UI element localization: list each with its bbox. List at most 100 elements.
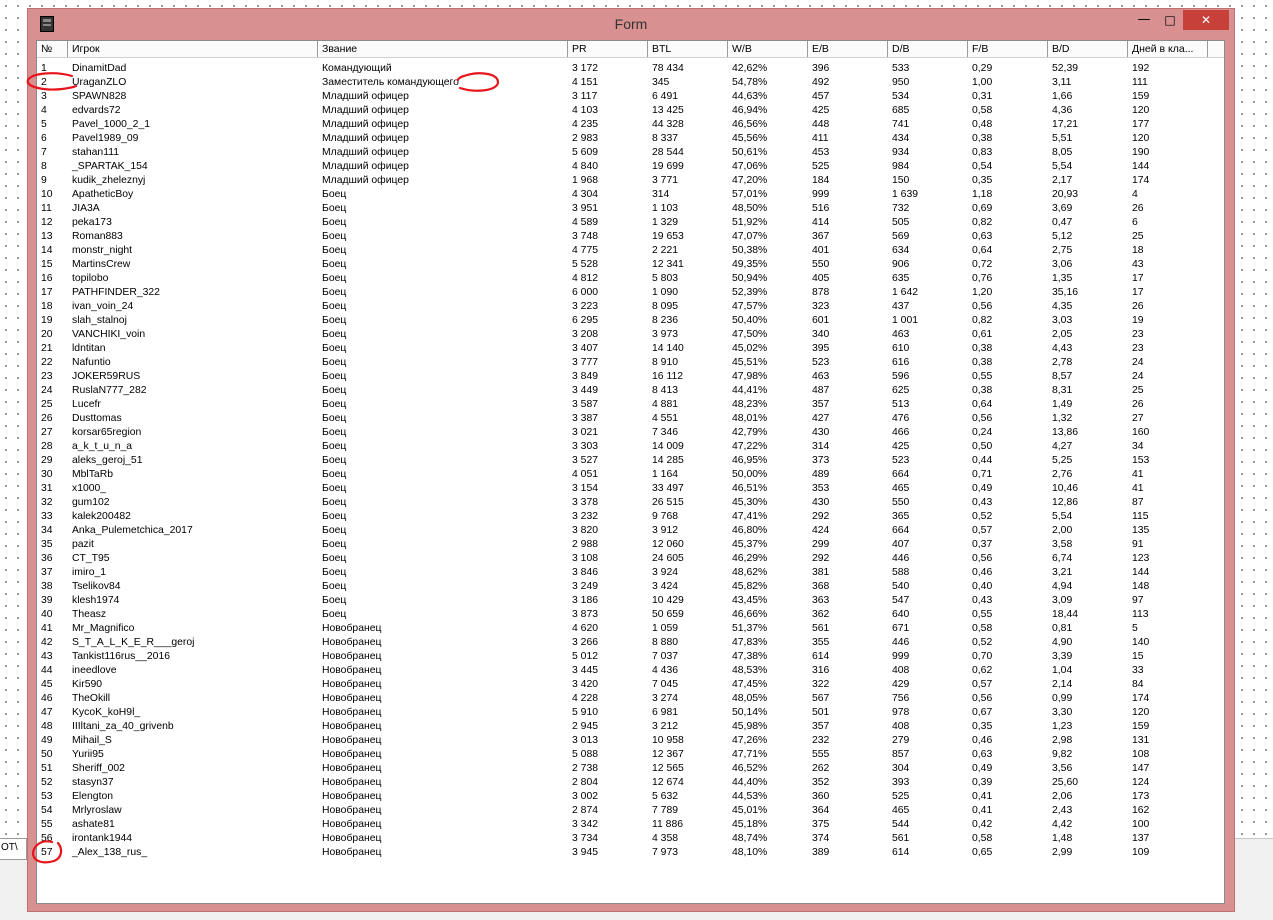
table-row[interactable]: 50 Yurii95 Новобранец 5 088 12 367 47,71% 555 8… (37, 748, 1224, 762)
column-header-btl[interactable]: BTL (648, 41, 728, 57)
table-row[interactable]: 39 klesh1974 Боец 3 186 10 429 43,45% 363 547 0,… (37, 594, 1224, 608)
cell-days-in-clan: 6 (1132, 217, 1138, 228)
table-row[interactable]: 32 gum102 Боец 3 378 26 515 45,30% 430 550 0,43 1… (37, 496, 1224, 510)
table-row[interactable]: 48 IIIltani_za_40_grivenb Новобранец 2 945 3… (37, 720, 1224, 734)
column-header-bd[interactable]: B/D (1048, 41, 1128, 57)
cell-player: TheOkill (72, 693, 111, 704)
table-row[interactable]: 23 JOKER59RUS Боец 3 849 16 112 47,98% 463 596 0… (37, 370, 1224, 384)
cell-wb: 47,22% (732, 441, 768, 452)
column-header-wb[interactable]: W/B (728, 41, 808, 57)
table-row[interactable]: 11 JIA3A Боец 3 951 1 103 48,50% 516 732 0,69 3,6… (37, 202, 1224, 216)
cell-btl: 16 112 (652, 371, 684, 382)
table-row[interactable]: 8 _SPARTAK_154 Младший офицер 4 840 19 699 47… (37, 160, 1224, 174)
cell-fb: 0,54 (972, 161, 993, 172)
column-header-eb[interactable]: E/B (808, 41, 888, 57)
table-row[interactable]: 40 Theasz Боец 3 873 50 659 46,66% 362 640 0,55 1… (37, 608, 1224, 622)
table-row[interactable]: 6 Pavel1989_09 Младший офицер 2 983 8 337 45,… (37, 132, 1224, 146)
table-row[interactable]: 19 slah_stalnoj Боец 6 295 8 236 50,40% 601 1 0… (37, 314, 1224, 328)
minimize-button[interactable]: — (1131, 10, 1157, 30)
table-row[interactable]: 17 PATHFINDER_322 Боец 6 000 1 090 52,39% 878 1… (37, 286, 1224, 300)
table-row[interactable]: 46 TheOkill Новобранец 4 228 3 274 48,05% 567 7… (37, 692, 1224, 706)
table-row[interactable]: 42 S_T_A_L_K_E_R___geroj Новобранец 3 266 8 … (37, 636, 1224, 650)
column-header-fb[interactable]: F/B (968, 41, 1048, 57)
table-row[interactable]: 47 KycoK_koH9l_ Новобранец 5 910 6 981 50,14%… (37, 706, 1224, 720)
table-row[interactable]: 1 DinamitDad Командующий 3 172 78 434 42,62% 3… (37, 62, 1224, 76)
column-header-rank[interactable]: Звание (318, 41, 568, 57)
table-row[interactable]: 53 Elengton Новобранец 3 002 5 632 44,53% 360 5… (37, 790, 1224, 804)
table-row[interactable]: 57 _Alex_138_rus_ Новобранец 3 945 7 973 48,1… (37, 846, 1224, 860)
cell-btl: 78 434 (652, 63, 684, 74)
background-tab[interactable]: OT\ (0, 838, 27, 860)
close-button[interactable]: ✕ (1183, 10, 1229, 30)
table-row[interactable]: 45 Kir590 Новобранец 3 420 7 045 47,45% 322 429… (37, 678, 1224, 692)
table-row[interactable]: 33 kalek200482 Боец 3 232 9 768 47,41% 292 365 0… (37, 510, 1224, 524)
table-row[interactable]: 12 peka173 Боец 4 589 1 329 51,92% 414 505 0,82 0… (37, 216, 1224, 230)
cell-eb: 364 (812, 805, 830, 816)
table-row[interactable]: 3 SPAWN828 Младший офицер 3 117 6 491 44,63% 4… (37, 90, 1224, 104)
cell-player: klesh1974 (72, 595, 120, 606)
cell-player: aleks_geroj_51 (72, 455, 143, 466)
cell-pr: 2 874 (572, 805, 599, 816)
cell-wb: 42,62% (732, 63, 768, 74)
table-row[interactable]: 28 a_k_t_u_n_a Боец 3 303 14 009 47,22% 314 425… (37, 440, 1224, 454)
cell-db: 616 (892, 357, 910, 368)
table-row[interactable]: 36 CT_T95 Боец 3 108 24 605 46,29% 292 446 0,56 6… (37, 552, 1224, 566)
cell-wb: 46,52% (732, 763, 768, 774)
table-row[interactable]: 7 stahan111 Младший офицер 5 609 28 544 50,61… (37, 146, 1224, 160)
cell-days-in-clan: 100 (1132, 819, 1150, 830)
table-row[interactable]: 21 ldntitan Боец 3 407 14 140 45,02% 395 610 0,3… (37, 342, 1224, 356)
column-header-player[interactable]: Игрок (68, 41, 318, 57)
table-row[interactable]: 54 Mrlyroslaw Новобранец 2 874 7 789 45,01% 36… (37, 804, 1224, 818)
table-row[interactable]: 9 kudik_zheleznyj Младший офицер 1 968 3 771… (37, 174, 1224, 188)
table-row[interactable]: 18 ivan_voin_24 Боец 3 223 8 095 47,57% 323 437… (37, 300, 1224, 314)
table-row[interactable]: 49 Mihail_S Новобранец 3 013 10 958 47,26% 232… (37, 734, 1224, 748)
table-row[interactable]: 52 stasyn37 Новобранец 2 804 12 674 44,40% 352… (37, 776, 1224, 790)
column-header-pr[interactable]: PR (568, 41, 648, 57)
table-row[interactable]: 29 aleks_geroj_51 Боец 3 527 14 285 46,95% 373… (37, 454, 1224, 468)
table-row[interactable]: 10 ApatheticBoy Боец 4 304 314 57,01% 999 1 639… (37, 188, 1224, 202)
cell-db: 466 (892, 427, 910, 438)
title-bar[interactable]: Form — □ ✕ (28, 9, 1234, 39)
cell-number: 38 (41, 581, 53, 592)
cell-wb: 45,30% (732, 497, 768, 508)
table-row[interactable]: 35 pazit Боец 2 988 12 060 45,37% 299 407 0,37 3,… (37, 538, 1224, 552)
cell-bd: 4,42 (1052, 819, 1073, 830)
player-list-view[interactable]: № Игрок Звание PR BTL W/B E/B D/B F/B B/… (36, 40, 1225, 904)
table-row[interactable]: 26 Dusttomas Боец 3 387 4 551 48,01% 427 476 0,5… (37, 412, 1224, 426)
table-row[interactable]: 30 MblTaRb Боец 4 051 1 164 50,00% 489 664 0,71 2… (37, 468, 1224, 482)
table-row[interactable]: 15 MartinsCrew Боец 5 528 12 341 49,35% 550 906… (37, 258, 1224, 272)
table-row[interactable]: 24 RuslaN777_282 Боец 3 449 8 413 44,41% 487 62… (37, 384, 1224, 398)
table-row[interactable]: 41 Mr_Magnifico Новобранец 4 620 1 059 51,37%… (37, 622, 1224, 636)
table-row[interactable]: 25 Lucefr Боец 3 587 4 881 48,23% 357 513 0,64 1,… (37, 398, 1224, 412)
cell-player: UraganZLO (72, 77, 127, 88)
table-row[interactable]: 31 x1000_ Боец 3 154 33 497 46,51% 353 465 0,49 1… (37, 482, 1224, 496)
maximize-button[interactable]: □ (1157, 10, 1183, 30)
table-row[interactable]: 37 imiro_1 Боец 3 846 3 924 48,62% 381 588 0,46 3… (37, 566, 1224, 580)
table-row[interactable]: 16 topilobo Боец 4 812 5 803 50,94% 405 635 0,76… (37, 272, 1224, 286)
cell-days-in-clan: 174 (1132, 175, 1150, 186)
cell-btl: 12 674 (652, 777, 684, 788)
cell-eb: 322 (812, 679, 830, 690)
table-row[interactable]: 43 Tankist116rus__2016 Новобранец 5 012 7 03… (37, 650, 1224, 664)
table-row[interactable]: 22 Nafuntio Боец 3 777 8 910 45,51% 523 616 0,38… (37, 356, 1224, 370)
table-row[interactable]: 20 VANCHIKI_voin Боец 3 208 3 973 47,50% 340 46… (37, 328, 1224, 342)
cell-number: 42 (41, 637, 53, 648)
table-row[interactable]: 2 UraganZLO Заместитель командующего 4 151 3… (37, 76, 1224, 90)
table-row[interactable]: 27 korsar65region Боец 3 021 7 346 42,79% 430 4… (37, 426, 1224, 440)
table-row[interactable]: 14 monstr_night Боец 4 775 2 221 50,38% 401 634… (37, 244, 1224, 258)
column-header-days-in-clan[interactable]: Дней в кла... (1128, 41, 1208, 57)
column-header-db[interactable]: D/B (888, 41, 968, 57)
table-row[interactable]: 5 Pavel_1000_2_1 Младший офицер 4 235 44 328… (37, 118, 1224, 132)
cell-btl: 345 (652, 77, 670, 88)
table-row[interactable]: 51 Sheriff_002 Новобранец 2 738 12 565 46,52%… (37, 762, 1224, 776)
table-row[interactable]: 34 Anka_Pulemetchica_2017 Боец 3 820 3 912 46… (37, 524, 1224, 538)
table-row[interactable]: 56 irontank1944 Новобранец 3 734 4 358 48,74%… (37, 832, 1224, 846)
cell-player: ApatheticBoy (72, 189, 134, 200)
table-row[interactable]: 44 ineedlove Новобранец 3 445 4 436 48,53% 316… (37, 664, 1224, 678)
cell-number: 26 (41, 413, 53, 424)
column-header-number[interactable]: № (37, 41, 68, 57)
table-row[interactable]: 55 ashate81 Новобранец 3 342 11 886 45,18% 375… (37, 818, 1224, 832)
table-row[interactable]: 38 Tselikov84 Боец 3 249 3 424 45,82% 368 540 0,… (37, 580, 1224, 594)
table-row[interactable]: 4 edvards72 Младший офицер 4 103 13 425 46,94… (37, 104, 1224, 118)
table-row[interactable]: 13 Roman883 Боец 3 748 19 653 47,07% 367 569 0,6… (37, 230, 1224, 244)
